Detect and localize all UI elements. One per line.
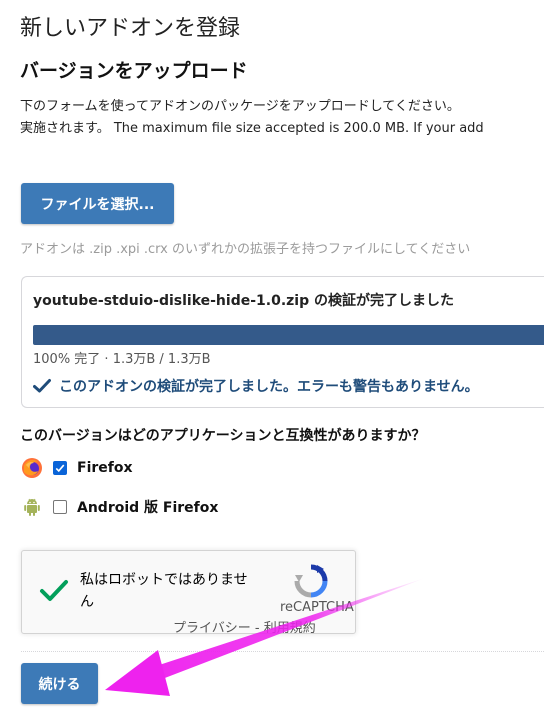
android-label: Android 版 Firefox: [77, 500, 219, 516]
progress-bar-fill: [33, 325, 544, 345]
check-icon: [55, 464, 65, 473]
validation-success-message: このアドオンの検証が完了しました。エラーも警告もありません。: [59, 379, 479, 395]
progress-text: 100% 完了 · 1.3万B / 1.3万B: [33, 352, 211, 367]
recaptcha-privacy-terms-links[interactable]: プライバシー - 利用規約: [173, 617, 316, 636]
android-icon: [24, 498, 40, 516]
divider: [21, 651, 544, 652]
app-option-firefox[interactable]: Firefox: [21, 457, 133, 479]
recaptcha-label: 私はロボットではありません: [80, 572, 248, 610]
firefox-label: Firefox: [77, 460, 133, 476]
checkmark-icon: [33, 379, 51, 393]
section-heading: バージョンをアップロード: [20, 60, 248, 82]
continue-button[interactable]: 続ける: [21, 663, 98, 704]
validation-success-row: このアドオンの検証が完了しました。エラーも警告もありません。: [33, 376, 479, 396]
progress-bar: [33, 325, 544, 345]
recaptcha-checkmark-icon[interactable]: [38, 574, 70, 606]
intro-text: 下のフォームを使ってアドオンのパッケージをアップロードしてください。 実施されま…: [20, 96, 484, 140]
select-file-button[interactable]: ファイルを選択...: [21, 183, 174, 224]
app-option-android[interactable]: Android 版 Firefox: [21, 496, 218, 518]
compatibility-question: このバージョンはどのアプリケーションと互換性がありますか？: [20, 428, 426, 444]
file-extension-hint: アドオンは .zip .xpi .crx のいずれかの拡張子を持つファイルにして…: [20, 242, 471, 257]
validation-filename-message: youtube-stduio-dislike-hide-1.0.zip の検証が…: [33, 293, 454, 309]
firefox-checkbox[interactable]: [53, 461, 67, 475]
android-checkbox[interactable]: [53, 500, 67, 514]
recaptcha-brand: reCAPTCHA: [280, 600, 354, 615]
page-title: 新しいアドオンを登録: [20, 16, 241, 41]
intro-line-1: 下のフォームを使ってアドオンのパッケージをアップロードしてください。: [20, 99, 460, 114]
recaptcha-logo-icon: [294, 564, 328, 598]
firefox-icon: [22, 458, 42, 478]
intro-line-2: 実施されます。 The maximum file size accepted i…: [20, 121, 484, 136]
